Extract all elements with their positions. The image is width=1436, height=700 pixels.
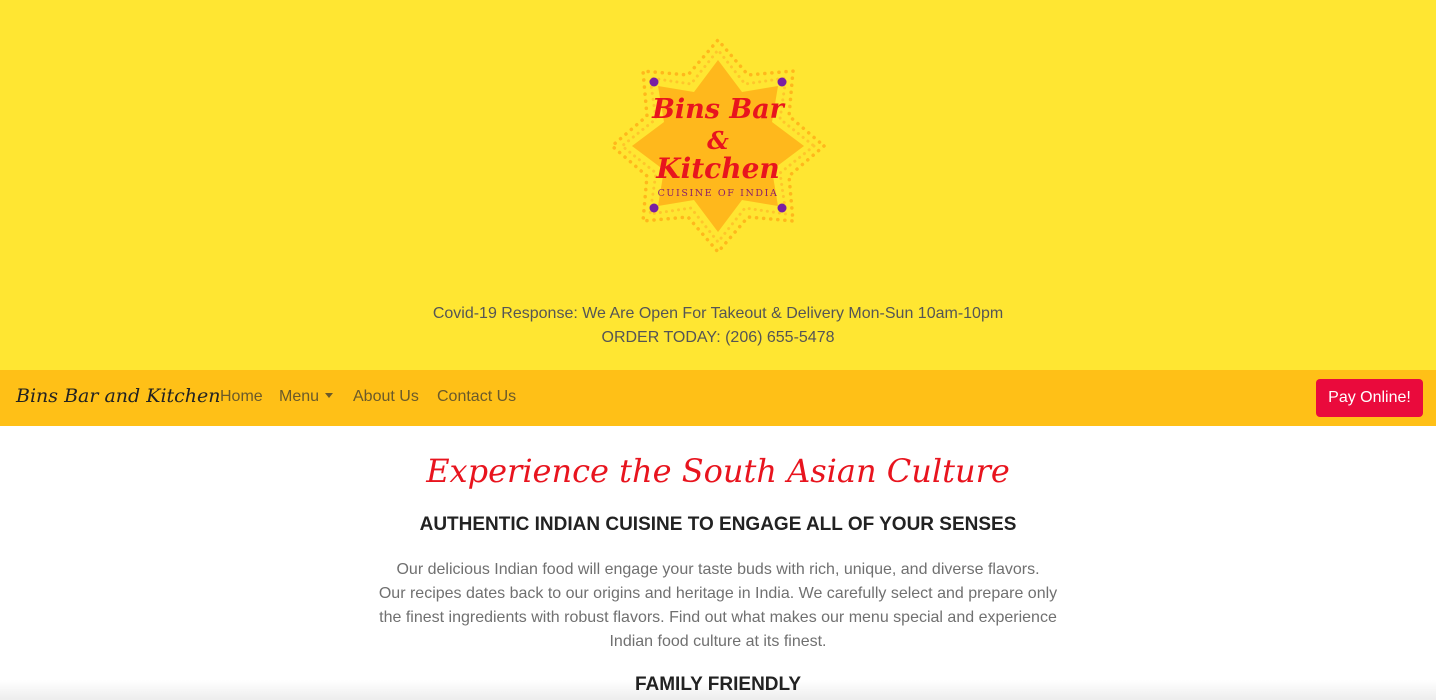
pay-online-button[interactable]: Pay Online! (1316, 379, 1423, 417)
section-headline: AUTHENTIC INDIAN CUISINE TO ENGAGE ALL O… (419, 514, 1017, 535)
logo-line-1: Bins Bar (652, 94, 784, 125)
nav-link-menu-label: Menu (279, 388, 320, 405)
covid-hours-text: Covid-19 Response: We Are Open For Takeo… (432, 305, 1004, 322)
intro-paragraph-line: Our recipes dates back to our origins an… (378, 585, 1058, 602)
nav-link-about-us[interactable]: About Us (353, 388, 419, 406)
intro-paragraph-line: the finest ingredients with robust flavo… (379, 609, 1057, 626)
hero-banner: Bins Bar & Kitchen CUISINE OF INDIA Covi… (0, 0, 1436, 370)
logo-line-2: & (707, 126, 729, 155)
navbar-brand[interactable]: Bins Bar and Kitchen (16, 385, 221, 407)
navbar: Bins Bar and Kitchen Home Menu About Us … (0, 370, 1436, 426)
intro-paragraph-line: Our delicious Indian food will engage yo… (396, 561, 1040, 578)
intro-paragraph: Our delicious Indian food will engage yo… (368, 558, 1068, 654)
restaurant-logo[interactable]: Bins Bar & Kitchen CUISINE OF INDIA (592, 20, 844, 272)
order-phone-text: ORDER TODAY: (206) 655-5478 (601, 329, 835, 346)
logo-line-3: Kitchen (656, 152, 780, 185)
covid-notice: Covid-19 Response: We Are Open For Takeo… (0, 302, 1436, 350)
nav-link-menu[interactable]: Menu (279, 388, 334, 406)
family-friendly-heading: FAMILY FRIENDLY (634, 674, 802, 695)
intro-paragraph-line: Indian food culture at its finest. (609, 633, 827, 650)
logo-subtitle: CUISINE OF INDIA (657, 188, 779, 199)
nav-link-home[interactable]: Home (220, 388, 263, 406)
tagline: Experience the South Asian Culture (426, 452, 1010, 490)
nav-link-contact-us[interactable]: Contact Us (437, 388, 516, 406)
logo-text: Bins Bar & Kitchen CUISINE OF INDIA (592, 20, 844, 272)
chevron-down-icon (325, 393, 334, 398)
